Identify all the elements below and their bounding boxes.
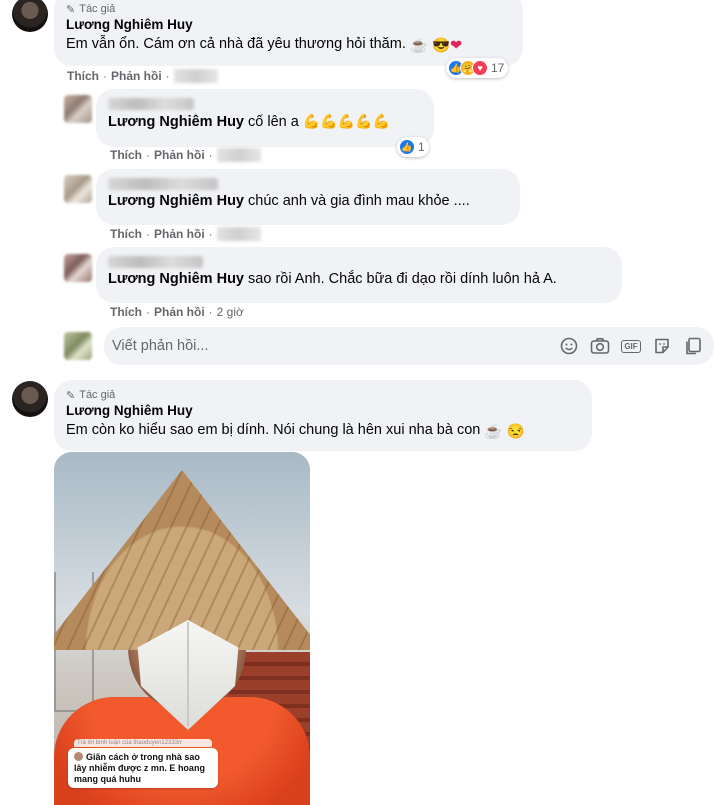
author-badge: ✎ Tác giả: [66, 2, 511, 16]
comment-bubble: ✎ Tác giả Lương Nghiêm Huy Em còn ko hiể…: [54, 380, 592, 451]
reply-link[interactable]: Phản hồi: [111, 69, 162, 83]
sticker-icon[interactable]: [651, 335, 673, 357]
reply-input[interactable]: Viết phản hồi... GIF: [104, 327, 714, 365]
reply-link[interactable]: Phản hồi: [154, 148, 205, 162]
like-link[interactable]: Thích: [110, 227, 142, 241]
author-tag-label: Tác giả: [79, 389, 116, 401]
author-avatar[interactable]: [12, 381, 48, 417]
mention-link[interactable]: Lương Nghiêm Huy: [108, 114, 244, 130]
redacted-name: [108, 98, 194, 110]
comment-author-name[interactable]: Lương Nghiêm Huy: [66, 402, 580, 420]
reaction-count: 17: [491, 61, 505, 75]
comment-actions: Thích · Phản hồi ·: [67, 69, 218, 83]
unamused-face-emoji-icon: 😒: [506, 424, 525, 440]
comment-author-name[interactable]: Lương Nghiêm Huy: [66, 16, 511, 34]
reply-text: Lương Nghiêm Huy chúc anh và gia đình ma…: [108, 193, 470, 209]
video-caption-header: Trả lời bình luận của thaoduyen12333rr: [74, 739, 212, 747]
coffee-emoji-icon: ☕: [409, 38, 428, 54]
comment-bubble: ✎ Tác giả Lương Nghiêm Huy Em vẫn ổn. Cá…: [54, 0, 523, 66]
mention-link[interactable]: Lương Nghiêm Huy: [108, 193, 244, 209]
file-icon[interactable]: [682, 335, 704, 357]
video-attachment[interactable]: Trả lời bình luận của thaoduyen12333rr G…: [54, 452, 310, 805]
reply-actions: Thích · Phản hồi ·: [110, 148, 261, 162]
emoji-icon[interactable]: [558, 335, 580, 357]
reply-avatar[interactable]: [64, 254, 92, 282]
reply-text: Lương Nghiêm Huy sao rồi Anh. Chắc bữa đ…: [108, 271, 557, 287]
like-link[interactable]: Thích: [110, 148, 142, 162]
comment-text: Em vẫn ổn. Cám ơn cả nhà đã yêu thương h…: [66, 36, 463, 54]
like-reaction-icon: 👍: [399, 139, 415, 155]
camera-icon[interactable]: [589, 335, 611, 357]
video-mask-seam: [187, 622, 189, 726]
reply-input-placeholder: Viết phản hồi...: [112, 338, 209, 354]
reply-bubble: Lương Nghiêm Huy chúc anh và gia đình ma…: [96, 169, 520, 225]
redacted-name: [108, 178, 218, 190]
gif-icon[interactable]: GIF: [620, 335, 642, 357]
author-badge: ✎ Tác giả: [66, 388, 580, 402]
current-user-avatar: [64, 332, 92, 360]
timestamp-redacted: [216, 227, 261, 241]
caption-avatar: [74, 752, 83, 761]
mention-link[interactable]: Lương Nghiêm Huy: [108, 271, 244, 287]
cool-face-emoji-icon: 😎: [431, 38, 451, 54]
reply-link[interactable]: Phản hồi: [154, 227, 205, 241]
reaction-summary[interactable]: 👍 1: [397, 137, 429, 157]
timestamp-redacted: [216, 148, 261, 162]
author-avatar[interactable]: [12, 0, 48, 32]
reaction-count: 1: [418, 140, 425, 154]
reply-actions: Thích · Phản hồi · 2 giờ: [110, 305, 244, 319]
video-caption-body: Giãn cách ở trong nhà sao lây nhiễm được…: [74, 752, 205, 784]
like-link[interactable]: Thích: [67, 69, 99, 83]
reaction-summary[interactable]: 👍 🤗 ♥ 17: [446, 58, 509, 78]
like-link[interactable]: Thích: [110, 305, 142, 319]
reply-avatar[interactable]: [64, 95, 92, 123]
reply-avatar[interactable]: [64, 175, 92, 203]
reply-bubble: Lương Nghiêm Huy sao rồi Anh. Chắc bữa đ…: [96, 247, 622, 303]
heart-emoji-icon: ❤: [450, 38, 463, 54]
pencil-icon: ✎: [66, 389, 76, 402]
reply-actions: Thích · Phản hồi ·: [110, 227, 261, 241]
timestamp[interactable]: 2 giờ: [217, 305, 244, 319]
author-tag-label: Tác giả: [79, 3, 116, 15]
love-reaction-icon: ♥: [472, 60, 488, 76]
reply-link[interactable]: Phản hồi: [154, 305, 205, 319]
reply-bubble: Lương Nghiêm Huy cố lên a 💪💪💪💪💪: [96, 89, 434, 147]
reply-text: Lương Nghiêm Huy cố lên a 💪💪💪💪💪: [108, 113, 391, 130]
pencil-icon: ✎: [66, 3, 76, 16]
comment-text: Em còn ko hiểu sao em bị dính. Nói chung…: [66, 422, 525, 440]
redacted-name: [108, 256, 203, 268]
video-caption: Trả lời bình luận của thaoduyen12333rr G…: [68, 739, 218, 788]
flexed-biceps-emoji-icon: 💪💪💪💪💪: [302, 113, 391, 129]
coffee-emoji-icon: ☕: [484, 424, 503, 440]
timestamp-redacted: [173, 69, 218, 83]
